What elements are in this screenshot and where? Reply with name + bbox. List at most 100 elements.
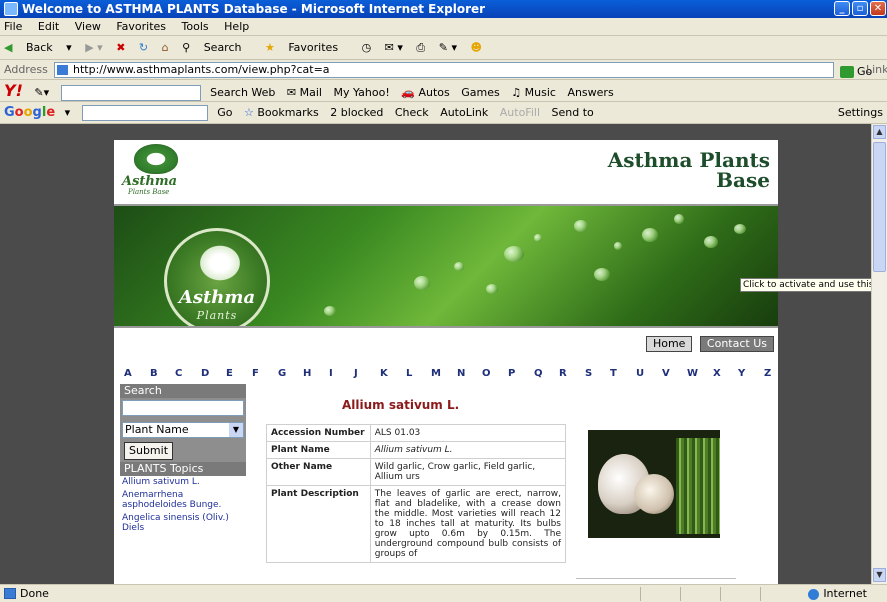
mail-button[interactable]: ✉ Mail bbox=[287, 86, 322, 99]
bookmarks-button[interactable]: ☆ Bookmarks bbox=[244, 106, 319, 119]
alphabet-letter-z[interactable]: Z bbox=[764, 368, 771, 379]
yahoo-logo[interactable]: Y! bbox=[4, 81, 23, 100]
alphabet-letter-h[interactable]: H bbox=[303, 368, 311, 379]
autos-button[interactable]: 🚗 Autos bbox=[401, 86, 449, 99]
nav-home[interactable]: Home bbox=[645, 336, 693, 352]
address-input[interactable]: http://www.asthmaplants.com/view.php?cat… bbox=[54, 62, 834, 78]
home-icon[interactable]: ⌂ bbox=[162, 41, 169, 54]
send-to-button[interactable]: Send to bbox=[552, 106, 594, 119]
my-yahoo-button[interactable]: My Yahoo! bbox=[333, 86, 389, 99]
alphabet-letter-k[interactable]: K bbox=[380, 368, 388, 379]
spellcheck-button[interactable]: Check bbox=[395, 106, 429, 119]
google-g-dropdown[interactable]: ▾ bbox=[65, 106, 71, 119]
menu-favorites[interactable]: Favorites bbox=[116, 20, 166, 33]
flower-icon bbox=[197, 243, 243, 283]
menu-file[interactable]: File bbox=[4, 20, 22, 33]
alphabet-letter-y[interactable]: Y bbox=[738, 368, 745, 379]
address-url: http://www.asthmaplants.com/view.php?cat… bbox=[73, 63, 330, 76]
alphabet-letter-s[interactable]: S bbox=[585, 368, 592, 379]
search-input[interactable] bbox=[122, 400, 244, 416]
alphabet-letter-i[interactable]: I bbox=[329, 368, 333, 379]
topic-link[interactable]: Allium sativum L. bbox=[122, 477, 244, 487]
mail-icon: ✉ bbox=[286, 86, 297, 99]
history-icon[interactable]: ◷ bbox=[362, 41, 372, 54]
alphabet-letter-q[interactable]: Q bbox=[534, 368, 543, 379]
music-button[interactable]: ♫ Music bbox=[511, 86, 556, 99]
alphabet-letter-a[interactable]: A bbox=[124, 368, 132, 379]
row-value: Wild garlic, Crow garlic, Field garlic, … bbox=[369, 458, 567, 486]
address-label: Address bbox=[4, 63, 48, 76]
google-search-input[interactable] bbox=[81, 105, 208, 121]
forward-button[interactable]: ▶ ▾ bbox=[85, 41, 102, 54]
edit-icon[interactable]: ✎ ▾ bbox=[439, 41, 457, 54]
search-button[interactable]: ⚲ Search bbox=[182, 41, 251, 54]
alphabet-letter-b[interactable]: B bbox=[150, 368, 158, 379]
small-logo-subtitle: Plants Base bbox=[128, 188, 170, 196]
alphabet-letter-j[interactable]: J bbox=[354, 368, 358, 379]
close-button[interactable]: ✕ bbox=[870, 1, 886, 16]
alphabet-letter-v[interactable]: V bbox=[662, 368, 670, 379]
site-header: Asthma Plants Base Asthma Plants Base bbox=[114, 140, 778, 204]
autofill-button[interactable]: AutoFill bbox=[500, 106, 540, 119]
google-go-button[interactable]: Go bbox=[217, 106, 232, 119]
pencil-icon[interactable]: ✎▾ bbox=[34, 86, 49, 99]
table-row: Plant Name Allium sativum L. bbox=[266, 441, 567, 459]
alphabet-letter-m[interactable]: M bbox=[431, 368, 441, 379]
scroll-up-icon[interactable]: ▲ bbox=[873, 125, 886, 139]
web-page: Asthma Plants Base Asthma Plants Base As… bbox=[114, 140, 778, 584]
topic-link[interactable]: Anemarrhena asphodeloides Bunge. bbox=[122, 490, 244, 510]
settings-button[interactable]: Settings bbox=[838, 102, 883, 123]
mail-icon[interactable]: ✉ ▾ bbox=[385, 41, 403, 54]
print-icon[interactable]: ⎙ bbox=[416, 41, 425, 54]
messenger-icon[interactable]: ☻ bbox=[470, 41, 481, 54]
refresh-icon[interactable]: ↻ bbox=[139, 41, 148, 54]
vertical-scrollbar[interactable]: ▲ ▼ bbox=[871, 124, 887, 584]
favorites-button[interactable]: ★ Favorites bbox=[265, 41, 348, 54]
topic-link[interactable]: Angelica sinensis (Oliv.) Diels bbox=[122, 513, 244, 533]
site-logo[interactable]: Asthma Plants Base bbox=[122, 144, 188, 200]
alphabet-letter-g[interactable]: G bbox=[278, 368, 286, 379]
alphabet-letter-f[interactable]: F bbox=[252, 368, 259, 379]
page-icon bbox=[57, 65, 68, 75]
select-value: Plant Name bbox=[125, 423, 189, 436]
activex-tooltip: Click to activate and use this contro bbox=[740, 278, 886, 292]
popup-blocked-button[interactable]: 2 blocked bbox=[330, 106, 383, 119]
alphabet-letter-t[interactable]: T bbox=[610, 368, 617, 379]
autolink-button[interactable]: AutoLink bbox=[440, 106, 488, 119]
links-button[interactable]: Links bbox=[866, 60, 887, 79]
alphabet-letter-l[interactable]: L bbox=[406, 368, 412, 379]
alphabet-letter-w[interactable]: W bbox=[687, 368, 698, 379]
stop-icon[interactable]: ✖ bbox=[116, 41, 125, 54]
alphabet-letter-r[interactable]: R bbox=[559, 368, 567, 379]
games-button[interactable]: Games bbox=[461, 86, 499, 99]
maximize-button[interactable]: ▫ bbox=[852, 1, 868, 16]
search-type-select[interactable]: Plant Name ▼ bbox=[122, 422, 244, 438]
alphabet-letter-c[interactable]: C bbox=[175, 368, 182, 379]
browser-window: Welcome to ASTHMA PLANTS Database - Micr… bbox=[0, 0, 887, 602]
minimize-button[interactable]: _ bbox=[834, 1, 850, 16]
scroll-thumb[interactable] bbox=[873, 142, 886, 272]
back-button[interactable]: ◀ Back ▾ bbox=[4, 41, 72, 54]
menu-help[interactable]: Help bbox=[224, 20, 249, 33]
main-nav: Home Contact Us bbox=[642, 336, 774, 352]
yahoo-search-input[interactable] bbox=[60, 85, 201, 101]
answers-button[interactable]: Answers bbox=[567, 86, 613, 99]
scroll-down-icon[interactable]: ▼ bbox=[873, 568, 886, 582]
alphabet-letter-x[interactable]: X bbox=[713, 368, 721, 379]
row-label: Plant Name bbox=[266, 441, 371, 459]
alphabet-letter-u[interactable]: U bbox=[636, 368, 644, 379]
menu-tools[interactable]: Tools bbox=[182, 20, 209, 33]
submit-button[interactable]: Submit bbox=[124, 442, 174, 460]
menu-edit[interactable]: Edit bbox=[38, 20, 59, 33]
nav-contact-us[interactable]: Contact Us bbox=[699, 336, 774, 352]
window-title: Welcome to ASTHMA PLANTS Database - Micr… bbox=[22, 2, 486, 16]
menu-view[interactable]: View bbox=[75, 20, 101, 33]
alphabet-letter-p[interactable]: P bbox=[508, 368, 515, 379]
row-label: Other Name bbox=[266, 458, 371, 486]
google-logo[interactable]: Google bbox=[4, 105, 55, 120]
search-web-button[interactable]: Search Web bbox=[210, 86, 275, 99]
alphabet-letter-e[interactable]: E bbox=[226, 368, 233, 379]
alphabet-letter-o[interactable]: O bbox=[482, 368, 491, 379]
alphabet-letter-n[interactable]: N bbox=[457, 368, 465, 379]
alphabet-letter-d[interactable]: D bbox=[201, 368, 209, 379]
